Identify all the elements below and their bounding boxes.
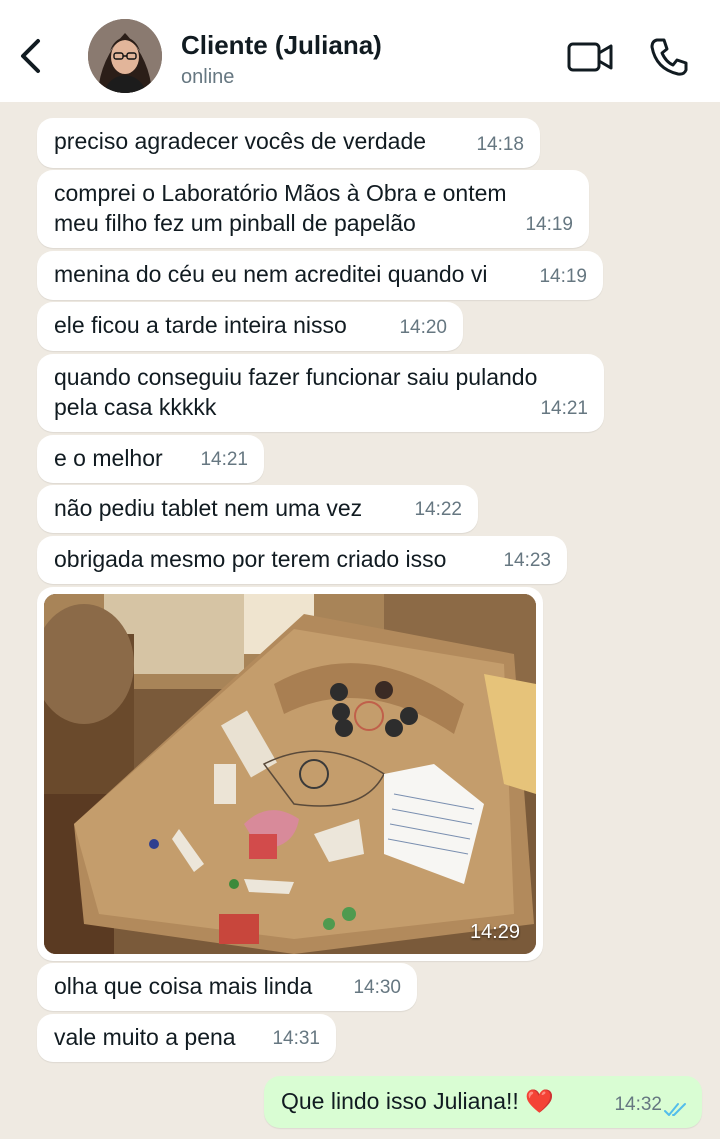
message-bubble[interactable]: não pediu tablet nem uma vez 14:22 bbox=[37, 485, 478, 533]
message-text: comprei o Laboratório Mãos à Obra e onte… bbox=[54, 180, 507, 236]
back-icon[interactable] bbox=[14, 36, 48, 76]
video-camera-icon[interactable] bbox=[566, 38, 614, 76]
message-time: 14:32 bbox=[614, 1094, 662, 1115]
message-time: 14:18 bbox=[476, 134, 524, 155]
message-text: ele ficou a tarde inteira nisso bbox=[54, 312, 347, 338]
message-time: 14:21 bbox=[200, 449, 248, 470]
message-time: 14:23 bbox=[503, 550, 551, 571]
message-bubble[interactable]: obrigada mesmo por terem criado isso 14:… bbox=[37, 536, 567, 584]
message-time: 14:22 bbox=[414, 499, 462, 520]
message-bubble[interactable]: ele ficou a tarde inteira nisso 14:20 bbox=[37, 302, 463, 351]
message-text: preciso agradecer vocês de verdade bbox=[54, 128, 427, 154]
outgoing-message-bubble[interactable]: Que lindo isso Juliana!! ❤️ 14:32 bbox=[264, 1076, 702, 1128]
message-bubble[interactable]: olha que coisa mais linda 14:30 bbox=[37, 963, 417, 1011]
contact-name[interactable]: Cliente (Juliana) bbox=[181, 30, 382, 61]
message-text: vale muito a pena bbox=[54, 1024, 236, 1050]
message-text: menina do céu eu nem acreditei quando vi bbox=[54, 261, 488, 287]
chat-area[interactable]: preciso agradecer vocês de verdade 14:18… bbox=[0, 102, 720, 1139]
read-ticks-icon bbox=[664, 1103, 686, 1116]
message-time: 14:20 bbox=[399, 317, 447, 338]
message-text: Que lindo isso Juliana!! ❤️ bbox=[281, 1088, 554, 1114]
message-bubble[interactable]: comprei o Laboratório Mãos à Obra e onte… bbox=[37, 170, 589, 248]
message-text: olha que coisa mais linda bbox=[54, 973, 313, 999]
cardboard-pinball-image bbox=[44, 594, 536, 954]
message-time: 14:30 bbox=[353, 977, 401, 998]
contact-status: online bbox=[181, 66, 235, 88]
message-bubble[interactable]: preciso agradecer vocês de verdade 14:18 bbox=[37, 118, 540, 168]
message-time: 14:19 bbox=[525, 214, 573, 235]
photo-time: 14:29 bbox=[469, 921, 520, 943]
message-bubble[interactable]: menina do céu eu nem acreditei quando vi… bbox=[37, 251, 603, 300]
avatar[interactable] bbox=[88, 19, 162, 93]
message-time: 14:19 bbox=[539, 266, 587, 287]
chat-header: Cliente (Juliana) online bbox=[0, 0, 720, 102]
message-text: não pediu tablet nem uma vez bbox=[54, 495, 363, 521]
message-text: obrigada mesmo por terem criado isso bbox=[54, 546, 447, 572]
message-time: 14:21 bbox=[540, 398, 588, 419]
message-time: 14:31 bbox=[272, 1028, 320, 1049]
photo-message[interactable]: 14:29 bbox=[37, 587, 543, 961]
message-text: quando conseguiu fazer funcionar saiu pu… bbox=[54, 364, 538, 420]
message-bubble[interactable]: vale muito a pena 14:31 bbox=[37, 1014, 336, 1062]
message-bubble[interactable]: quando conseguiu fazer funcionar saiu pu… bbox=[37, 354, 604, 432]
phone-icon[interactable] bbox=[648, 36, 690, 78]
message-bubble[interactable]: e o melhor 14:21 bbox=[37, 435, 264, 483]
pinball-photo[interactable]: 14:29 bbox=[44, 594, 536, 954]
message-text: e o melhor bbox=[54, 445, 163, 471]
